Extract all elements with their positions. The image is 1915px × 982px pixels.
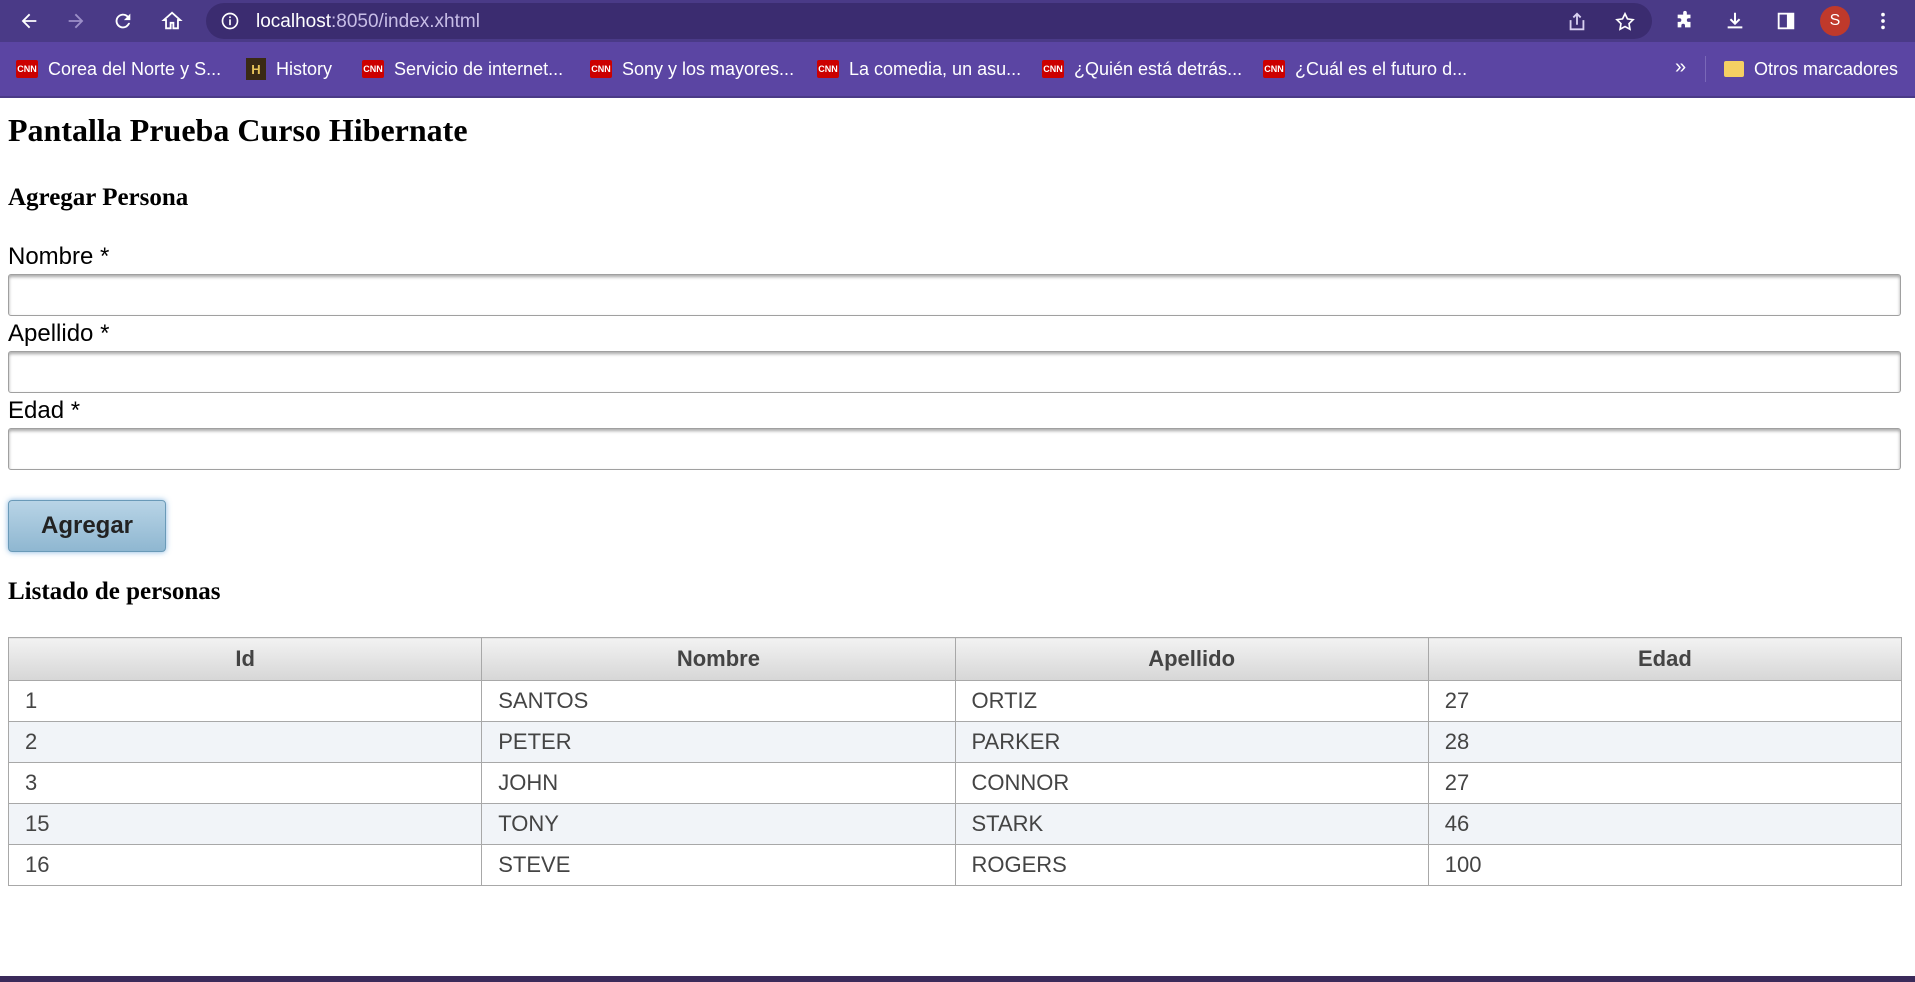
persons-table: Id Nombre Apellido Edad 1 SANTOS ORTIZ 2…	[7, 637, 1903, 886]
cell-edad: 28	[1427, 721, 1903, 763]
cell-apellido: CONNOR	[954, 762, 1429, 804]
other-bookmarks-folder[interactable]: Otros marcadores	[1724, 55, 1898, 83]
browser-toolbar: localhost:8050/index.xhtml S	[0, 0, 1915, 42]
cell-apellido: ROGERS	[954, 844, 1429, 886]
forward-button[interactable]	[61, 6, 91, 36]
share-icon[interactable]	[1566, 11, 1588, 33]
kebab-menu-icon	[1881, 12, 1885, 30]
side-panel-button[interactable]	[1771, 6, 1801, 36]
downloads-button[interactable]	[1720, 6, 1750, 36]
taskbar-edge	[0, 976, 1915, 982]
url-path: :8050/index.xhtml	[331, 11, 480, 32]
bookmark-label: La comedia, un asu...	[849, 58, 1022, 79]
cell-edad: 100	[1427, 844, 1903, 886]
column-header-nombre[interactable]: Nombre	[481, 637, 956, 681]
nombre-label: Nombre *	[8, 243, 110, 270]
table-row[interactable]: 1 SANTOS ORTIZ 27	[7, 680, 1903, 722]
forward-arrow-icon	[68, 13, 84, 29]
add-button[interactable]: Agregar	[8, 500, 166, 552]
cnn-icon: CNN	[1042, 60, 1064, 78]
bookmark-label: History	[276, 58, 333, 79]
folder-icon	[1724, 61, 1744, 77]
cnn-icon: CNN	[16, 60, 38, 78]
bookmark-label: ¿Cuál es el futuro d...	[1295, 58, 1468, 79]
cnn-icon: CNN	[590, 60, 612, 78]
back-arrow-icon	[21, 13, 37, 29]
cell-edad: 46	[1427, 803, 1903, 845]
bookmark-label: Sony y los mayores...	[622, 58, 795, 79]
bookmarks-bar: CNN Corea del Norte y S... H History CNN Se…	[0, 42, 1915, 98]
bookmark-label: Servicio de internet...	[394, 58, 564, 79]
table-row[interactable]: 16 STEVE ROGERS 100	[7, 844, 1903, 886]
profile-avatar[interactable]: S	[1820, 6, 1850, 36]
column-header-id[interactable]: Id	[7, 637, 483, 681]
apellido-input[interactable]	[8, 351, 1901, 393]
back-button[interactable]	[14, 6, 44, 36]
side-panel-icon	[1777, 12, 1795, 30]
home-button[interactable]	[157, 6, 187, 36]
reload-icon	[115, 13, 131, 29]
cell-nombre: TONY	[481, 803, 956, 845]
bookmark-item[interactable]: CNN ¿Cuál es el futuro d...	[1263, 55, 1467, 83]
bookmarks-divider	[1705, 56, 1706, 82]
extensions-button[interactable]	[1670, 6, 1700, 36]
bookmark-star-icon[interactable]	[1614, 11, 1636, 33]
table-row[interactable]: 15 TONY STARK 46	[7, 803, 1903, 845]
list-heading: Listado de personas	[8, 578, 221, 605]
puzzle-icon	[1677, 10, 1691, 28]
page-content: Pantalla Prueba Curso Hibernate Agregar …	[0, 98, 1915, 976]
table-header-row: Id Nombre Apellido Edad	[7, 637, 1903, 681]
column-header-apellido[interactable]: Apellido	[954, 637, 1429, 681]
cell-edad: 27	[1427, 762, 1903, 804]
cell-edad: 27	[1427, 680, 1903, 722]
reload-button[interactable]	[108, 6, 138, 36]
table-row[interactable]: 3 JOHN CONNOR 27	[7, 762, 1903, 804]
bookmark-item[interactable]: CNN ¿Quién está detrás...	[1042, 55, 1242, 83]
cell-nombre: SANTOS	[481, 680, 956, 722]
column-header-edad[interactable]: Edad	[1427, 637, 1903, 681]
cnn-icon: CNN	[817, 60, 839, 78]
history-icon: H	[246, 58, 266, 80]
form-heading: Agregar Persona	[8, 184, 189, 211]
more-bookmarks-button[interactable]: »	[1675, 56, 1686, 79]
url-text[interactable]: localhost:8050/index.xhtml	[256, 11, 480, 33]
cell-id: 2	[7, 721, 483, 763]
cnn-icon: CNN	[1263, 60, 1285, 78]
url-host: localhost	[256, 11, 331, 32]
cell-nombre: JOHN	[481, 762, 956, 804]
cell-id: 3	[7, 762, 483, 804]
table-row[interactable]: 2 PETER PARKER 28	[7, 721, 1903, 763]
menu-button[interactable]	[1868, 6, 1898, 36]
bookmark-item[interactable]: CNN La comedia, un asu...	[817, 55, 1021, 83]
cell-nombre: STEVE	[481, 844, 956, 886]
apellido-label: Apellido *	[8, 320, 110, 347]
bookmark-item[interactable]: CNN Corea del Norte y S...	[16, 55, 221, 83]
bookmark-item[interactable]: H History	[246, 55, 332, 83]
edad-label: Edad *	[8, 397, 81, 424]
cell-apellido: PARKER	[954, 721, 1429, 763]
cell-apellido: ORTIZ	[954, 680, 1429, 722]
other-bookmarks-label: Otros marcadores	[1754, 58, 1899, 79]
bookmark-label: ¿Quién está detrás...	[1074, 58, 1243, 79]
download-icon	[1727, 12, 1743, 29]
cnn-icon: CNN	[362, 60, 384, 78]
edad-input[interactable]	[8, 428, 1901, 470]
bookmark-label: Corea del Norte y S...	[48, 58, 222, 79]
cell-id: 1	[7, 680, 483, 722]
nombre-input[interactable]	[8, 274, 1901, 316]
cell-apellido: STARK	[954, 803, 1429, 845]
site-info-icon[interactable]	[220, 11, 240, 31]
bookmark-item[interactable]: CNN Sony y los mayores...	[590, 55, 794, 83]
bookmark-item[interactable]: CNN Servicio de internet...	[362, 55, 563, 83]
address-bar[interactable]: localhost:8050/index.xhtml	[206, 3, 1652, 39]
page-title: Pantalla Prueba Curso Hibernate	[8, 112, 468, 148]
cell-nombre: PETER	[481, 721, 956, 763]
cell-id: 15	[7, 803, 483, 845]
cell-id: 16	[7, 844, 483, 886]
home-icon	[161, 11, 183, 30]
